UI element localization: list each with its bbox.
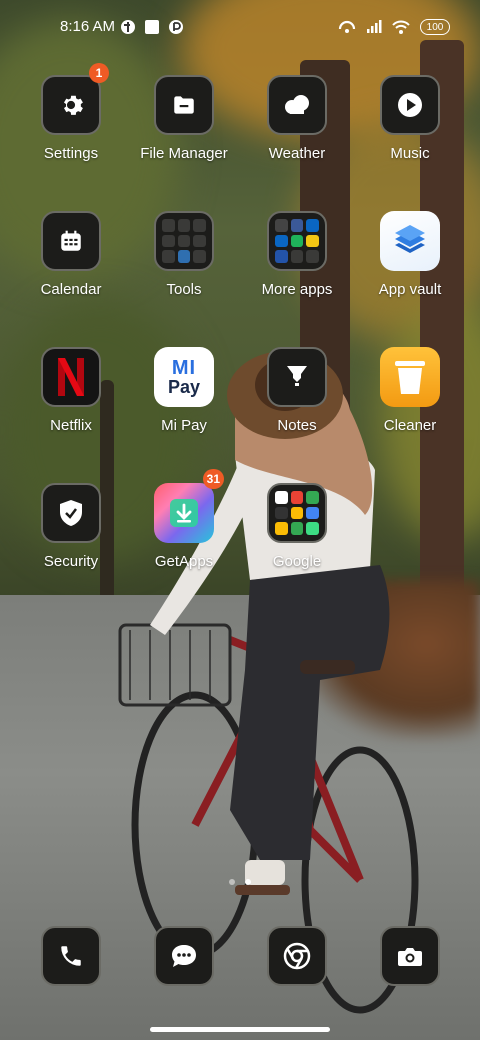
app-label: Security [43,553,99,570]
mi-pay-logo-icon: MI Pay [168,358,200,396]
app-label: Netflix [50,417,92,434]
app-file-manager[interactable]: File Manager [129,75,239,162]
folder-tools[interactable]: Tools [129,211,239,298]
app-weather[interactable]: Weather [242,75,352,162]
dock-chrome[interactable] [242,926,352,986]
page-dot[interactable] [229,879,235,885]
app-label: Calendar [40,281,102,298]
messages-icon [172,945,196,967]
gear-icon [63,95,83,115]
app-label: GetApps [154,553,214,570]
status-time: 8:16 AM [60,18,116,35]
dock-camera[interactable] [355,926,465,986]
page-dot-active[interactable] [245,879,251,885]
app-label: More apps [261,281,333,298]
phone-icon [61,946,81,966]
app-label: Music [390,145,430,162]
app-label: Notes [277,417,317,434]
download-icon [170,499,198,527]
trash-icon [395,361,425,394]
battery-level: 100 [426,21,444,33]
netflix-logo-icon [58,358,84,396]
app-settings[interactable]: 1 Settings [16,63,126,162]
notification-badge: 1 [89,63,109,83]
app-music[interactable]: Music [355,75,465,162]
app-label: File Manager [140,145,228,162]
folder-more-apps[interactable]: More apps [242,211,352,298]
layers-icon [395,225,425,253]
mi-pay-logo-mi: MI [171,357,197,379]
notification-app-icon [121,20,135,34]
dock-messages[interactable] [129,926,239,986]
battery-icon: 100 [420,19,450,35]
calendar-icon [61,230,81,251]
wifi-icon [392,20,410,34]
app-security[interactable]: Security [16,483,126,570]
shield-icon [60,500,82,526]
app-label: Weather [268,145,326,162]
pen-icon [287,366,307,386]
mi-pay-logo-pay: Pay [167,377,201,397]
signal-icon [367,20,382,33]
app-label: Mi Pay [161,417,207,434]
page-indicator [0,879,480,885]
camera-icon [398,948,422,966]
status-bar: 8:16 AM 100 [0,14,480,42]
app-cleaner[interactable]: Cleaner [355,347,465,434]
dock-phone[interactable] [16,926,126,986]
notification-square-icon [145,20,159,34]
app-app-vault[interactable]: App vault [355,211,465,298]
cloud-icon [285,95,309,114]
app-calendar[interactable]: Calendar [16,211,126,298]
app-netflix[interactable]: Netflix [16,347,126,434]
notification-app-icon [169,20,183,34]
folder-preview-grid [275,491,319,535]
folder-google[interactable]: Google [242,483,352,570]
play-icon [398,93,422,117]
chrome-icon [283,942,311,970]
app-label: Cleaner [383,417,437,434]
hotspot-icon [338,20,356,33]
app-mi-pay[interactable]: MI Pay Mi Pay [129,347,239,434]
folder-preview-grid [162,219,206,263]
app-label: App vault [378,281,442,298]
home-indicator[interactable] [150,1027,330,1032]
notification-badge: 31 [202,469,224,489]
app-label: Settings [43,145,99,162]
app-getapps[interactable]: 31 GetApps [129,469,239,570]
app-notes[interactable]: Notes [242,347,352,434]
folder-icon [174,96,194,114]
app-label: Google [272,553,322,570]
folder-preview-grid [275,219,319,263]
app-label: Tools [166,281,202,298]
